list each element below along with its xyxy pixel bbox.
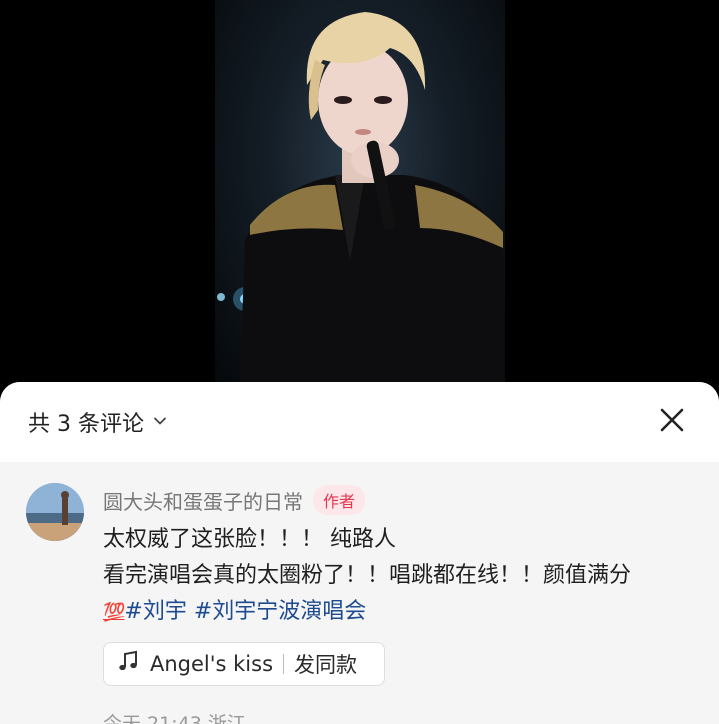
comment-meta: 今天 21:43 浙江 <box>103 713 246 724</box>
hundred-points-emoji: 💯 <box>103 602 125 623</box>
comment-line-1: 太权威了这张脸！！！ 纯路人 <box>103 527 396 552</box>
comments-sheet: 共 3 条评论 圆大头和蛋蛋子的日常 作者 太权威了这张脸！！！ 纯路人 看完演… <box>0 382 719 724</box>
chevron-down-icon <box>152 410 168 435</box>
comment-text: 太权威了这张脸！！！ 纯路人 看完演唱会真的太圈粉了！！唱跳都在线！！颜值满分 … <box>103 522 703 631</box>
comment-line-2: 看完演唱会真的太圈粉了！！唱跳都在线！！颜值满分 <box>103 563 632 588</box>
comment-count-toggle[interactable]: 共 3 条评论 <box>28 407 168 437</box>
sheet-header: 共 3 条评论 <box>0 382 719 462</box>
comment-item[interactable]: 圆大头和蛋蛋子的日常 作者 太权威了这张脸！！！ 纯路人 看完演唱会真的太圈粉了… <box>0 462 719 724</box>
hashtag-concert[interactable]: #刘宇宁波演唱会 <box>194 599 366 624</box>
close-icon <box>659 407 685 437</box>
comment-count-label: 共 3 条评论 <box>28 412 144 437</box>
use-same-music-button[interactable]: 发同款 <box>294 649 357 679</box>
music-chip[interactable]: Angel's kiss 发同款 <box>103 642 385 686</box>
author-badge: 作者 <box>313 485 366 515</box>
video-frame[interactable] <box>215 0 505 382</box>
close-button[interactable] <box>656 406 688 438</box>
music-note-icon <box>116 650 140 679</box>
music-title: Angel's kiss <box>150 652 274 676</box>
video-player[interactable] <box>0 0 719 400</box>
comment-line-3: 💯#刘宇 #刘宇宁波演唱会 <box>103 594 703 631</box>
divider <box>283 654 285 674</box>
username[interactable]: 圆大头和蛋蛋子的日常 <box>103 486 303 515</box>
hashtag-liuyu[interactable]: #刘宇 <box>124 599 186 624</box>
username-row: 圆大头和蛋蛋子的日常 作者 <box>103 482 366 518</box>
performer-image <box>217 12 505 382</box>
avatar[interactable] <box>26 483 84 541</box>
